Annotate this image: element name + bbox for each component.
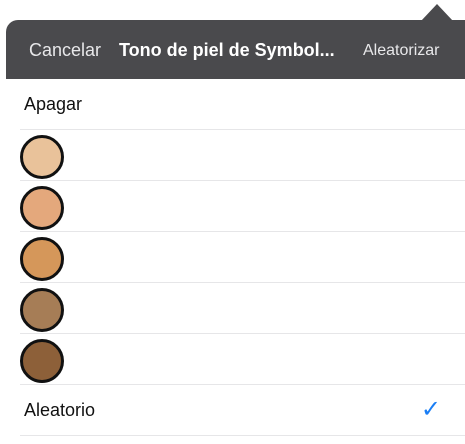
- skin-tone-option-medium-light[interactable]: [20, 181, 465, 232]
- skin-tone-list: Apagar Aleatorio ✓: [0, 79, 465, 436]
- cancel-button[interactable]: Cancelar: [29, 40, 101, 61]
- skin-tone-swatch-dark: [20, 339, 64, 383]
- skin-tone-swatch-light: [20, 135, 64, 179]
- skin-tone-option-medium[interactable]: [20, 232, 465, 283]
- skin-tone-swatch-medium: [20, 237, 64, 281]
- skin-tone-popover: Cancelar Tono de piel de Symbol... Aleat…: [0, 0, 465, 444]
- popover-title: Tono de piel de Symbol...: [119, 40, 335, 60]
- option-off[interactable]: Apagar: [20, 79, 465, 130]
- skin-tone-swatch-medium-light: [20, 186, 64, 230]
- popover-header: Cancelar Tono de piel de Symbol... Aleat…: [6, 20, 465, 79]
- option-off-label: Apagar: [24, 94, 83, 114]
- checkmark-icon: ✓: [420, 396, 441, 423]
- randomize-button[interactable]: Aleatorizar: [363, 42, 439, 60]
- popover-arrow: [421, 4, 453, 21]
- option-random[interactable]: Aleatorio ✓: [20, 385, 465, 436]
- skin-tone-option-medium-dark[interactable]: [20, 283, 465, 334]
- skin-tone-option-dark[interactable]: [20, 334, 465, 385]
- option-random-label: Aleatorio: [24, 400, 96, 420]
- skin-tone-option-light[interactable]: [20, 130, 465, 181]
- skin-tone-swatch-medium-dark: [20, 288, 64, 332]
